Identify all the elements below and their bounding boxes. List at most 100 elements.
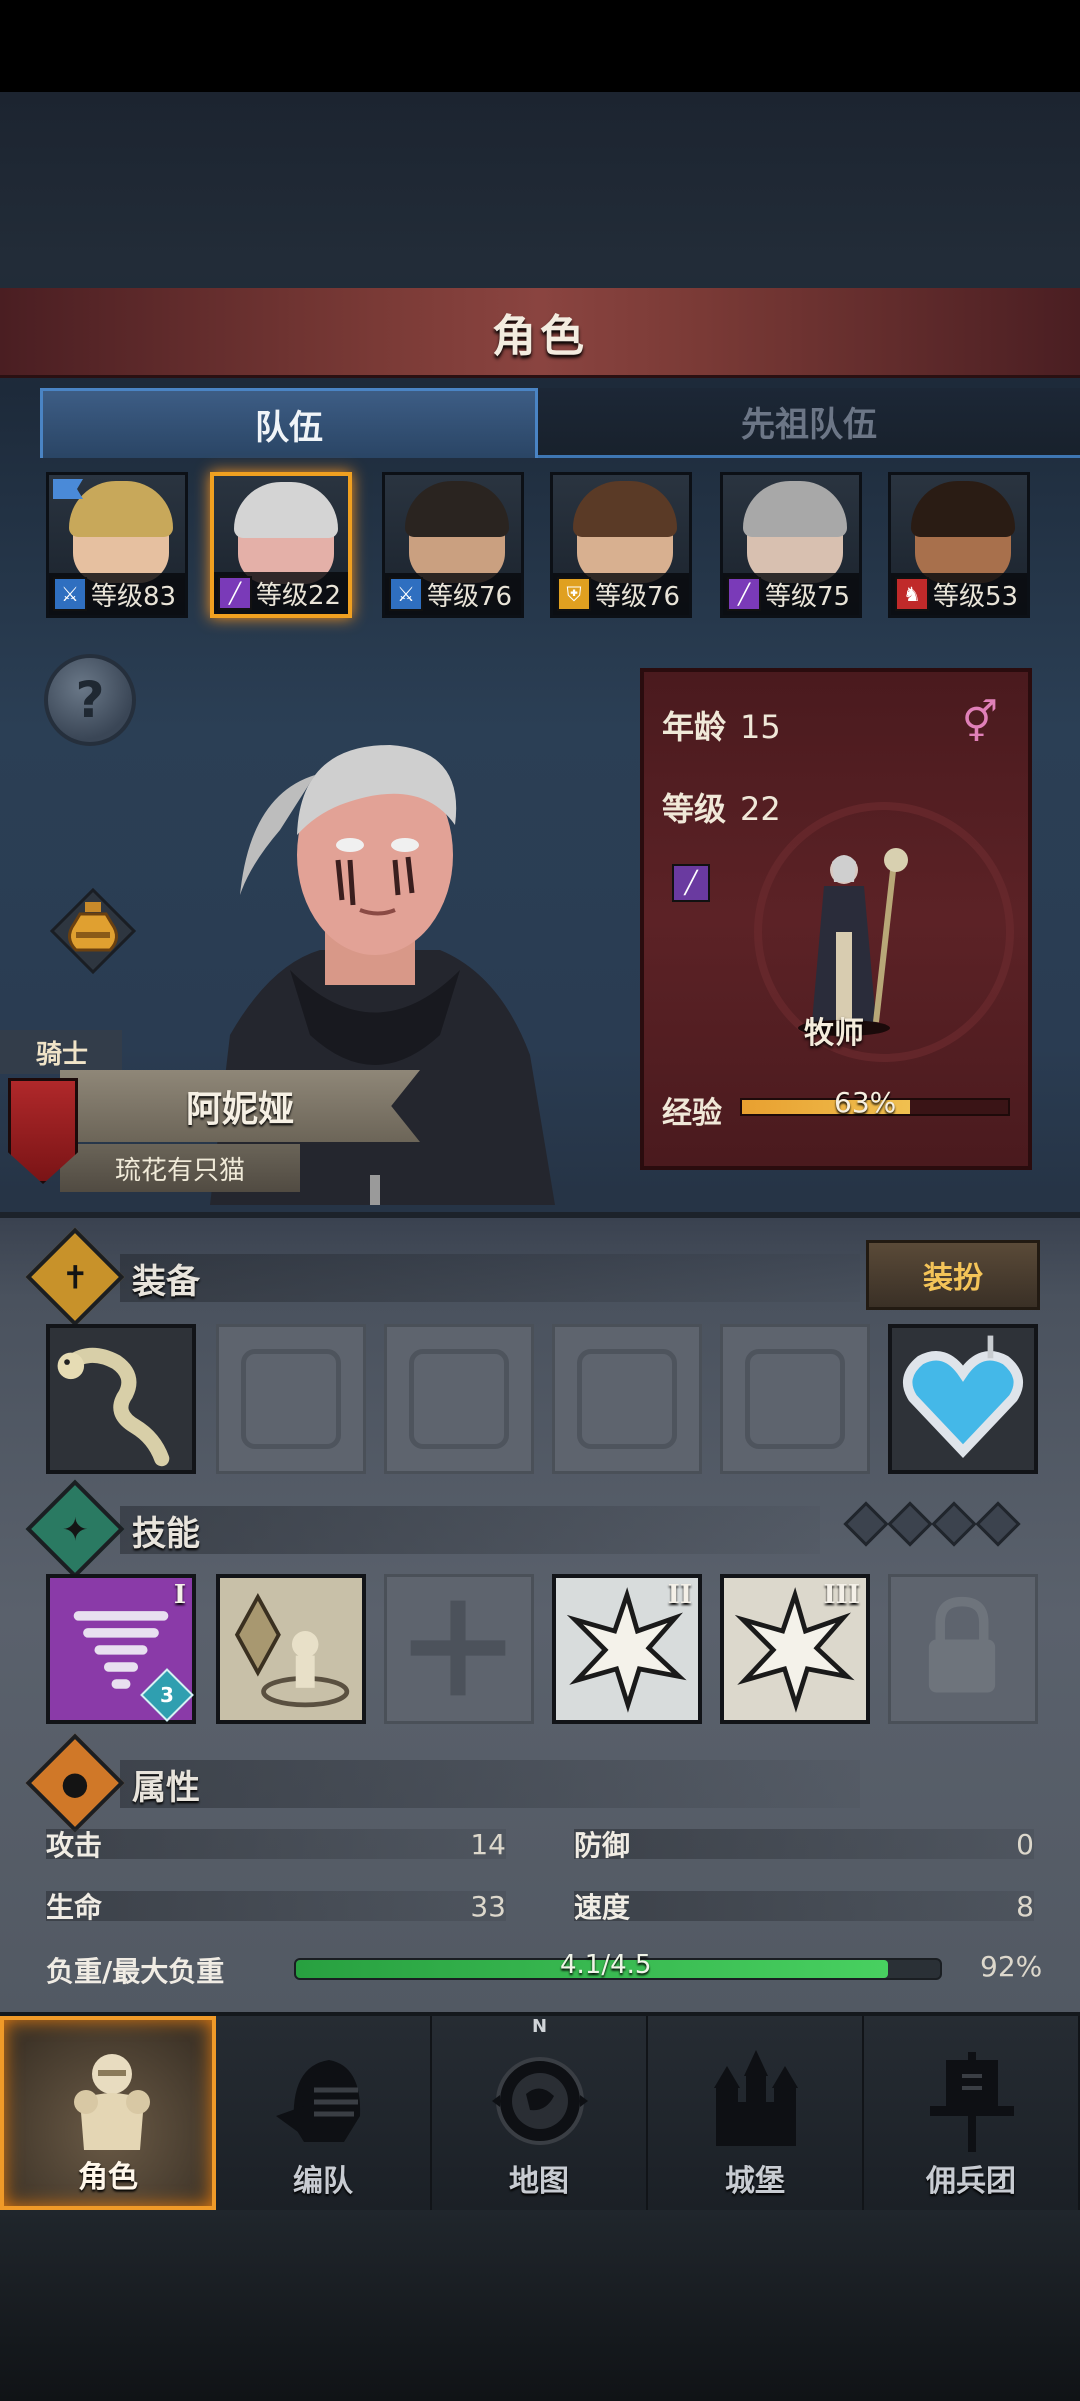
hero-level-bar: ⛨ 等级76 bbox=[553, 573, 689, 615]
castle-icon bbox=[714, 2050, 798, 2146]
tornado-skill[interactable]: I3 bbox=[46, 1574, 196, 1724]
age-row: 年龄 15 bbox=[662, 702, 781, 748]
burst-skill-2[interactable]: II bbox=[552, 1574, 702, 1724]
roster-hero-card[interactable]: ⚔ 等级76 bbox=[382, 472, 524, 618]
roster-hero-card[interactable]: ╱ 等级22 bbox=[210, 472, 352, 618]
hero-level-label: 等级83 bbox=[91, 581, 177, 612]
exp-percent: 63% bbox=[834, 1086, 897, 1119]
level-value: 22 bbox=[740, 790, 781, 828]
locked-skill[interactable] bbox=[888, 1574, 1038, 1724]
crystal-skill[interactable] bbox=[216, 1574, 366, 1724]
speed-value: 8 bbox=[1016, 1889, 1034, 1923]
attack-track bbox=[46, 1829, 506, 1859]
roster-hero-card[interactable]: ♞ 等级53 bbox=[888, 472, 1030, 618]
roster-hero-card[interactable]: ⚔ 等级83 bbox=[46, 472, 188, 618]
nav-formation[interactable]: 编队 bbox=[216, 2016, 432, 2210]
hp-value: 33 bbox=[470, 1889, 506, 1923]
level-label: 等级 bbox=[662, 790, 727, 828]
shield-slot[interactable] bbox=[216, 1324, 366, 1474]
hero-class-tag: 骑士 bbox=[0, 1030, 122, 1074]
status-bar bbox=[0, 0, 1080, 92]
hero-level-label: 等级75 bbox=[765, 581, 851, 612]
skill-tier-label: II bbox=[667, 1580, 692, 1610]
load-value: 4.1/4.5 bbox=[560, 1950, 652, 1980]
crystal-icon bbox=[234, 1593, 350, 1708]
nav-character-label: 角色 bbox=[78, 2160, 138, 2195]
nav-mercenary[interactable]: 佣兵团 bbox=[864, 2016, 1080, 2210]
hero-avatar-hair bbox=[234, 482, 338, 538]
nav-character[interactable]: 角色 bbox=[0, 2016, 216, 2210]
empty-slot-silhouette bbox=[577, 1349, 677, 1449]
skills-title: 技能 bbox=[132, 1514, 200, 1554]
lock-icon bbox=[928, 1596, 996, 1693]
shield-icon: ⛨ bbox=[557, 577, 591, 611]
helmet-slot[interactable] bbox=[384, 1324, 534, 1474]
roster-hero-card[interactable]: ⛨ 等级76 bbox=[550, 472, 692, 618]
defense-label: 防御 bbox=[574, 1829, 631, 1862]
serpent-staff-icon bbox=[57, 1347, 170, 1467]
nav-castle[interactable]: 城堡 bbox=[648, 2016, 864, 2210]
class-name: 牧师 bbox=[804, 1016, 864, 1051]
skill-level-value: 3 bbox=[160, 1682, 174, 1707]
cross-skill-icon bbox=[410, 1600, 506, 1696]
load-percent: 92% bbox=[980, 1950, 1043, 1983]
hero-level-label: 等级22 bbox=[256, 580, 342, 611]
tab-ancestor-team[interactable]: 先祖队伍 bbox=[538, 388, 1080, 458]
hero-level-bar: ⚔ 等级83 bbox=[49, 573, 185, 615]
skill-tier-label: I bbox=[173, 1580, 186, 1610]
skill-tier-label: III bbox=[823, 1580, 861, 1610]
roster-hero-card[interactable]: ╱ 等级75 bbox=[720, 472, 862, 618]
skill-point-diamond bbox=[975, 1501, 1021, 1547]
bottom-nav: 角色 编队 N 地图 城堡 佣兵团 bbox=[0, 2012, 1080, 2210]
help-button[interactable]: ? bbox=[44, 654, 136, 746]
age-value: 15 bbox=[740, 708, 781, 746]
knight-icon bbox=[74, 2054, 150, 2150]
skills-header-bar bbox=[120, 1506, 820, 1554]
hero-avatar-hair bbox=[573, 481, 677, 537]
compass-map-icon bbox=[492, 2057, 588, 2145]
hero-avatar-hair bbox=[911, 481, 1015, 537]
defense-track bbox=[574, 1829, 1034, 1859]
burst-skill-3[interactable]: III bbox=[720, 1574, 870, 1724]
sword-icon: ⚔ bbox=[389, 577, 423, 611]
hero-name[interactable]: 阿妮娅 bbox=[60, 1070, 420, 1142]
heart-amulet-icon bbox=[902, 1335, 1024, 1458]
exp-label: 经验 bbox=[662, 1096, 722, 1131]
potion-icon[interactable] bbox=[50, 888, 136, 974]
dress-up-button[interactable]: 装扮 bbox=[866, 1240, 1040, 1310]
skill-point-diamond bbox=[843, 1501, 889, 1547]
hero-avatar-hair bbox=[405, 481, 509, 537]
hero-level-bar: ⚔ 等级76 bbox=[385, 573, 521, 615]
question-icon: ? bbox=[75, 671, 105, 729]
age-label: 年龄 bbox=[662, 708, 727, 746]
hero-level-label: 等级53 bbox=[933, 581, 1019, 612]
sword-icon: ⚔ bbox=[53, 577, 87, 611]
hero-level-label: 等级76 bbox=[595, 581, 681, 612]
attack-row: 攻击 14 bbox=[46, 1822, 506, 1866]
wolf-icon: ♞ bbox=[895, 577, 929, 611]
staff-icon: ╱ bbox=[672, 864, 710, 902]
tab-team[interactable]: 队伍 bbox=[40, 388, 538, 458]
empty-slot-silhouette bbox=[241, 1349, 341, 1449]
defense-value: 0 bbox=[1016, 1827, 1034, 1861]
banner-icon bbox=[930, 2052, 1014, 2152]
level-row: 等级 22 bbox=[662, 784, 781, 830]
team-tabs: 队伍 先祖队伍 bbox=[40, 388, 1080, 458]
nav-mercenary-label: 佣兵团 bbox=[926, 2164, 1016, 2199]
empty-slot-silhouette bbox=[409, 1349, 509, 1449]
page-title: 角色 bbox=[492, 310, 588, 362]
skill-point-diamonds bbox=[843, 1501, 1021, 1547]
staff-icon: ╱ bbox=[218, 576, 252, 610]
amulet-slot[interactable] bbox=[888, 1324, 1038, 1474]
weapon-slot[interactable] bbox=[46, 1324, 196, 1474]
cross-skill[interactable] bbox=[384, 1574, 534, 1724]
nav-map[interactable]: N 地图 bbox=[432, 2016, 648, 2210]
nav-formation-label: 编队 bbox=[293, 2164, 353, 2199]
staff-icon: ╱ bbox=[727, 577, 761, 611]
roster: ⚔ 等级83 ╱ 等级22 ⚔ 等级76 ⛨ 等级76 ╱ 等级75 ♞ 等级53 bbox=[46, 472, 1046, 620]
equipment-title: 装备 bbox=[132, 1262, 200, 1302]
hero-level-bar: ♞ 等级53 bbox=[891, 573, 1027, 615]
boots-slot[interactable] bbox=[720, 1324, 870, 1474]
armor-slot[interactable] bbox=[552, 1324, 702, 1474]
gender-icon: ⚥ bbox=[961, 700, 998, 746]
